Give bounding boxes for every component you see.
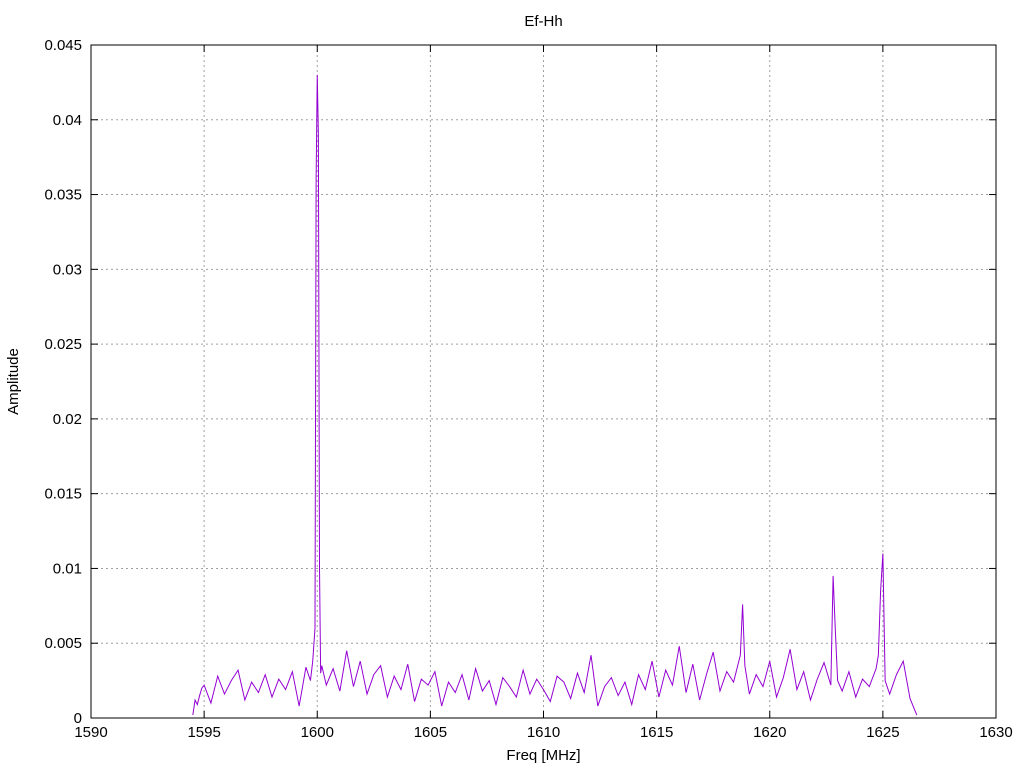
chart: 1590 1595 1600 1605 1610 1615 1620 1625 1630 00.… xyxy=(0,0,1024,768)
x-tick-label: 1615 xyxy=(640,724,673,741)
x-tick-label: 1625 xyxy=(866,724,899,741)
y-tick-label: 0.01 xyxy=(53,560,82,577)
x-tick-label: 1630 xyxy=(979,724,1012,741)
chart-title: Ef-Hh xyxy=(524,13,562,30)
y-tick-label: 0.03 xyxy=(53,261,82,278)
x-tick-label: 1605 xyxy=(414,724,447,741)
chart-background xyxy=(0,0,1024,768)
x-tick-label: 1610 xyxy=(527,724,560,741)
y-axis-label: Amplitude xyxy=(5,348,22,415)
y-tick-label: 0.045 xyxy=(44,37,82,54)
y-tick-label: 0.04 xyxy=(53,112,82,129)
y-tick-label: 0.02 xyxy=(53,411,82,428)
x-tick-labels: 1590 1595 1600 1605 1610 1615 1620 1625 1630 xyxy=(74,724,1012,741)
x-tick-label: 1595 xyxy=(187,724,220,741)
x-axis-label: Freq [MHz] xyxy=(506,747,580,764)
y-tick-label: 0.015 xyxy=(44,486,82,503)
y-tick-label: 0 xyxy=(74,710,82,727)
y-tick-label: 0.035 xyxy=(44,187,82,204)
x-tick-label: 1600 xyxy=(301,724,334,741)
y-tick-label: 0.025 xyxy=(44,336,82,353)
x-tick-label: 1620 xyxy=(753,724,786,741)
y-tick-label: 0.005 xyxy=(44,635,82,652)
